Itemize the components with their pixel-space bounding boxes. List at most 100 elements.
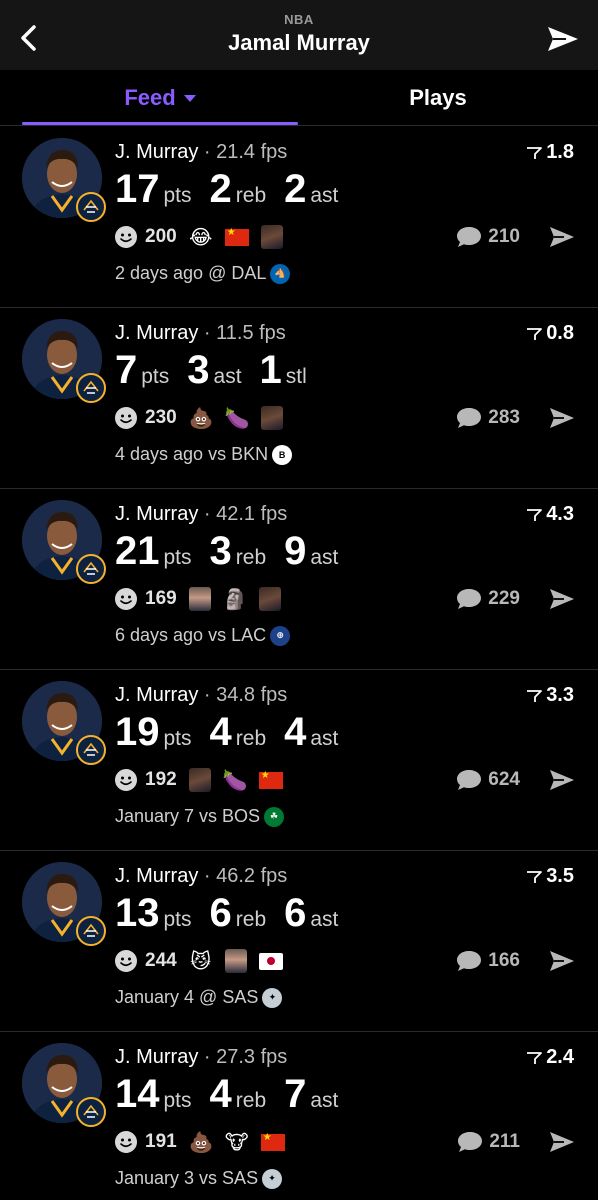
fps-value: · 11.5 fps	[203, 322, 286, 344]
tab-feed[interactable]: Feed	[22, 70, 298, 126]
player-name[interactable]: J. Murray	[115, 1046, 198, 1068]
celtics-logo-icon: ☘	[264, 806, 285, 827]
share-icon[interactable]	[548, 768, 576, 792]
player-name-line: J. Murray · 21.4 fps	[115, 141, 287, 164]
share-icon[interactable]	[548, 225, 576, 249]
stat-unit: reb	[235, 1089, 267, 1112]
player-photo-icon[interactable]	[260, 406, 283, 430]
player-name[interactable]: J. Murray	[115, 141, 198, 163]
smile-reaction-icon[interactable]	[115, 588, 137, 610]
comment-bubble-icon	[458, 1132, 483, 1152]
feed-card[interactable]: J. Murray · 34.8 fps 3.3 19 pts 4 reb 4 ast 192 🍆…	[0, 670, 598, 851]
reactions-row: 230 💩 🍆	[115, 405, 295, 431]
fps-value: · 42.1 fps	[203, 503, 288, 525]
player-name[interactable]: J. Murray	[115, 503, 198, 525]
comments-button[interactable]: 166	[456, 948, 520, 974]
score-value: 1.8	[546, 141, 574, 163]
filter-icon	[527, 870, 543, 883]
emoji-reaction[interactable]: 🍆	[223, 768, 248, 793]
stat-value: 3	[209, 529, 232, 573]
japan-flag-icon[interactable]	[258, 952, 283, 970]
player-photo-icon[interactable]	[188, 768, 211, 792]
comments-button[interactable]: 229	[456, 586, 520, 612]
player-name[interactable]: J. Murray	[115, 684, 198, 706]
play-score: 3.5	[526, 865, 574, 888]
nuggets-logo	[76, 192, 106, 222]
fps-value: · 21.4 fps	[203, 141, 288, 163]
comments-button[interactable]: 283	[456, 405, 520, 431]
emoji-reaction[interactable]: 💩	[189, 406, 214, 431]
play-score: 3.3	[526, 684, 574, 707]
china-flag-icon[interactable]	[258, 770, 283, 789]
comments-button[interactable]: 211	[457, 1129, 520, 1155]
share-icon[interactable]	[546, 24, 580, 54]
caret-down-icon	[183, 94, 196, 102]
player-photo-icon[interactable]	[258, 587, 281, 611]
game-date-opponent: 6 days ago vs LAC	[115, 625, 267, 645]
comments-button[interactable]: 210	[456, 224, 520, 250]
emoji-reaction[interactable]: 💩	[189, 1130, 214, 1155]
stat-line: 17 pts 2 reb 2 ast	[115, 167, 356, 212]
reactions-row: 192 🍆	[115, 767, 295, 793]
reactions-row: 244 😼	[115, 948, 295, 974]
filter-icon	[527, 327, 543, 340]
stat-value: 4	[284, 710, 307, 754]
person-photo-icon[interactable]	[188, 587, 211, 611]
stat-value: 14	[115, 1072, 160, 1116]
tab-plays[interactable]: Plays	[300, 70, 576, 126]
game-date-opponent: January 4 @ SAS	[115, 987, 259, 1007]
stat-value: 2	[284, 167, 307, 211]
stat-value: 2	[209, 167, 232, 211]
player-photo-icon[interactable]	[260, 225, 283, 249]
stat-unit: reb	[235, 184, 267, 207]
emoji-reaction[interactable]: 🐮	[225, 1130, 249, 1155]
play-score: 2.4	[526, 1046, 574, 1069]
player-name-line: J. Murray · 11.5 fps	[115, 322, 286, 345]
stat-unit: pts	[163, 727, 192, 750]
stat-value: 4	[209, 710, 232, 754]
emoji-reaction[interactable]: 😼	[189, 949, 213, 974]
emoji-reaction[interactable]: 🍆	[225, 406, 250, 431]
comment-bubble-icon	[457, 589, 482, 609]
reactions-row: 200 😂	[115, 224, 295, 250]
game-date-opponent: 4 days ago vs BKN	[115, 444, 269, 464]
stat-unit: ast	[310, 546, 339, 569]
feed-card[interactable]: J. Murray · 27.3 fps 2.4 14 pts 4 reb 7 ast 191 💩…	[0, 1032, 598, 1200]
china-flag-icon[interactable]	[224, 227, 249, 246]
player-name[interactable]: J. Murray	[115, 322, 198, 344]
smile-reaction-icon[interactable]	[115, 950, 137, 972]
tab-feed-label: Feed	[124, 85, 176, 110]
feed-card[interactable]: J. Murray · 42.1 fps 4.3 21 pts 3 reb 9 ast 169 🗿…	[0, 489, 598, 670]
player-name[interactable]: J. Murray	[115, 865, 198, 887]
stat-value: 1	[259, 348, 282, 392]
smile-reaction-icon[interactable]	[115, 1131, 137, 1153]
comment-bubble-icon	[457, 770, 482, 790]
share-icon[interactable]	[548, 1130, 576, 1154]
emoji-reaction[interactable]: 🗿	[223, 587, 248, 612]
comments-button[interactable]: 624	[456, 767, 520, 793]
player-name-line: J. Murray · 46.2 fps	[115, 865, 287, 888]
share-icon[interactable]	[548, 949, 576, 973]
page-title: Jamal Murray	[228, 30, 370, 55]
comment-count: 211	[489, 1131, 520, 1152]
reaction-count: 191	[145, 1131, 177, 1152]
score-value: 2.4	[546, 1046, 574, 1068]
filter-icon	[527, 146, 543, 159]
player-name-line: J. Murray · 42.1 fps	[115, 503, 287, 526]
feed-card[interactable]: J. Murray · 21.4 fps 1.8 17 pts 2 reb 2 ast 200 😂…	[0, 127, 598, 308]
smile-reaction-icon[interactable]	[115, 407, 137, 429]
score-value: 4.3	[546, 503, 574, 525]
smile-reaction-icon[interactable]	[115, 226, 137, 248]
share-icon[interactable]	[548, 587, 576, 611]
person-photo-icon[interactable]	[224, 949, 247, 973]
emoji-reaction[interactable]: 😂	[189, 225, 213, 250]
feed-card[interactable]: J. Murray · 11.5 fps 0.8 7 pts 3 ast 1 stl 230 💩 🍆…	[0, 308, 598, 489]
game-info: January 7 vs BOS ☘	[115, 806, 285, 827]
nuggets-logo	[76, 373, 106, 403]
feed-card[interactable]: J. Murray · 46.2 fps 3.5 13 pts 6 reb 6 ast 244 😼…	[0, 851, 598, 1032]
smile-reaction-icon[interactable]	[115, 769, 137, 791]
stat-line: 19 pts 4 reb 4 ast	[115, 710, 356, 755]
game-info: January 3 vs SAS ✦	[115, 1168, 283, 1189]
china-flag-icon[interactable]	[260, 1132, 285, 1151]
share-icon[interactable]	[548, 406, 576, 430]
